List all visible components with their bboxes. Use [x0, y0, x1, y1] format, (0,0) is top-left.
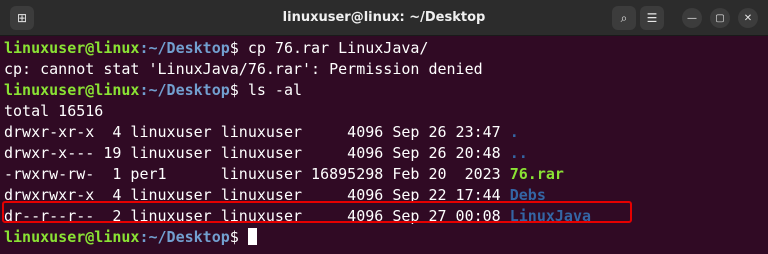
- highlight-box: [2, 201, 632, 223]
- search-icon[interactable]: ⌕: [612, 6, 636, 30]
- listing-row: drwxr-xr-x 4 linuxuser linuxuser 4096 Se…: [4, 122, 768, 143]
- prompt-path: :~/Desktop: [139, 81, 230, 99]
- text-cursor: [247, 228, 257, 245]
- prompt-user-host: linuxuser@linux: [4, 39, 140, 57]
- listing-row: -rwxrw-rw- 1 per1 linuxuser 16895298 Feb…: [4, 164, 768, 185]
- prompt-symbol: $: [229, 228, 248, 246]
- prompt-user-host: linuxuser@linux: [4, 228, 140, 246]
- title-bar: ⊞ linuxuser@linux: ~/Desktop ⌕ ☰ — ▢ ✕: [0, 0, 768, 36]
- listing-row: drwxr-x--- 19 linuxuser linuxuser 4096 S…: [4, 143, 768, 164]
- command-text: cp 76.rar LinuxJava/: [247, 39, 429, 57]
- maximize-icon[interactable]: ▢: [710, 8, 730, 28]
- error-line: cp: cannot stat 'LinuxJava/76.rar': Perm…: [4, 60, 483, 78]
- listing-meta: drwxr-x--- 19 linuxuser linuxuser 4096 S…: [4, 144, 510, 162]
- listing-name: ..: [509, 144, 528, 162]
- prompt-path: :~/Desktop: [139, 228, 230, 246]
- command-text: ls -al: [247, 81, 303, 99]
- hamburger-menu-icon[interactable]: ☰: [640, 6, 664, 30]
- prompt-symbol: $: [229, 39, 248, 57]
- prompt-user-host: linuxuser@linux: [4, 81, 140, 99]
- close-icon[interactable]: ✕: [738, 8, 758, 28]
- listing-meta: drwxr-xr-x 4 linuxuser linuxuser 4096 Se…: [4, 123, 510, 141]
- prompt-symbol: $: [229, 81, 248, 99]
- prompt-path: :~/Desktop: [139, 39, 230, 57]
- listing-name: .: [509, 123, 519, 141]
- command-line-ls: linuxuser@linux:~/Desktop$ ls -al: [4, 80, 768, 101]
- command-line-current: linuxuser@linux:~/Desktop$: [4, 227, 768, 248]
- command-line-cp: linuxuser@linux:~/Desktop$ cp 76.rar Lin…: [4, 38, 768, 59]
- total-line: total 16516: [4, 102, 104, 120]
- minimize-icon[interactable]: —: [682, 8, 702, 28]
- listing-meta: -rwxrw-rw- 1 per1 linuxuser 16895298 Feb…: [4, 165, 510, 183]
- listing-name: 76.rar: [509, 165, 564, 183]
